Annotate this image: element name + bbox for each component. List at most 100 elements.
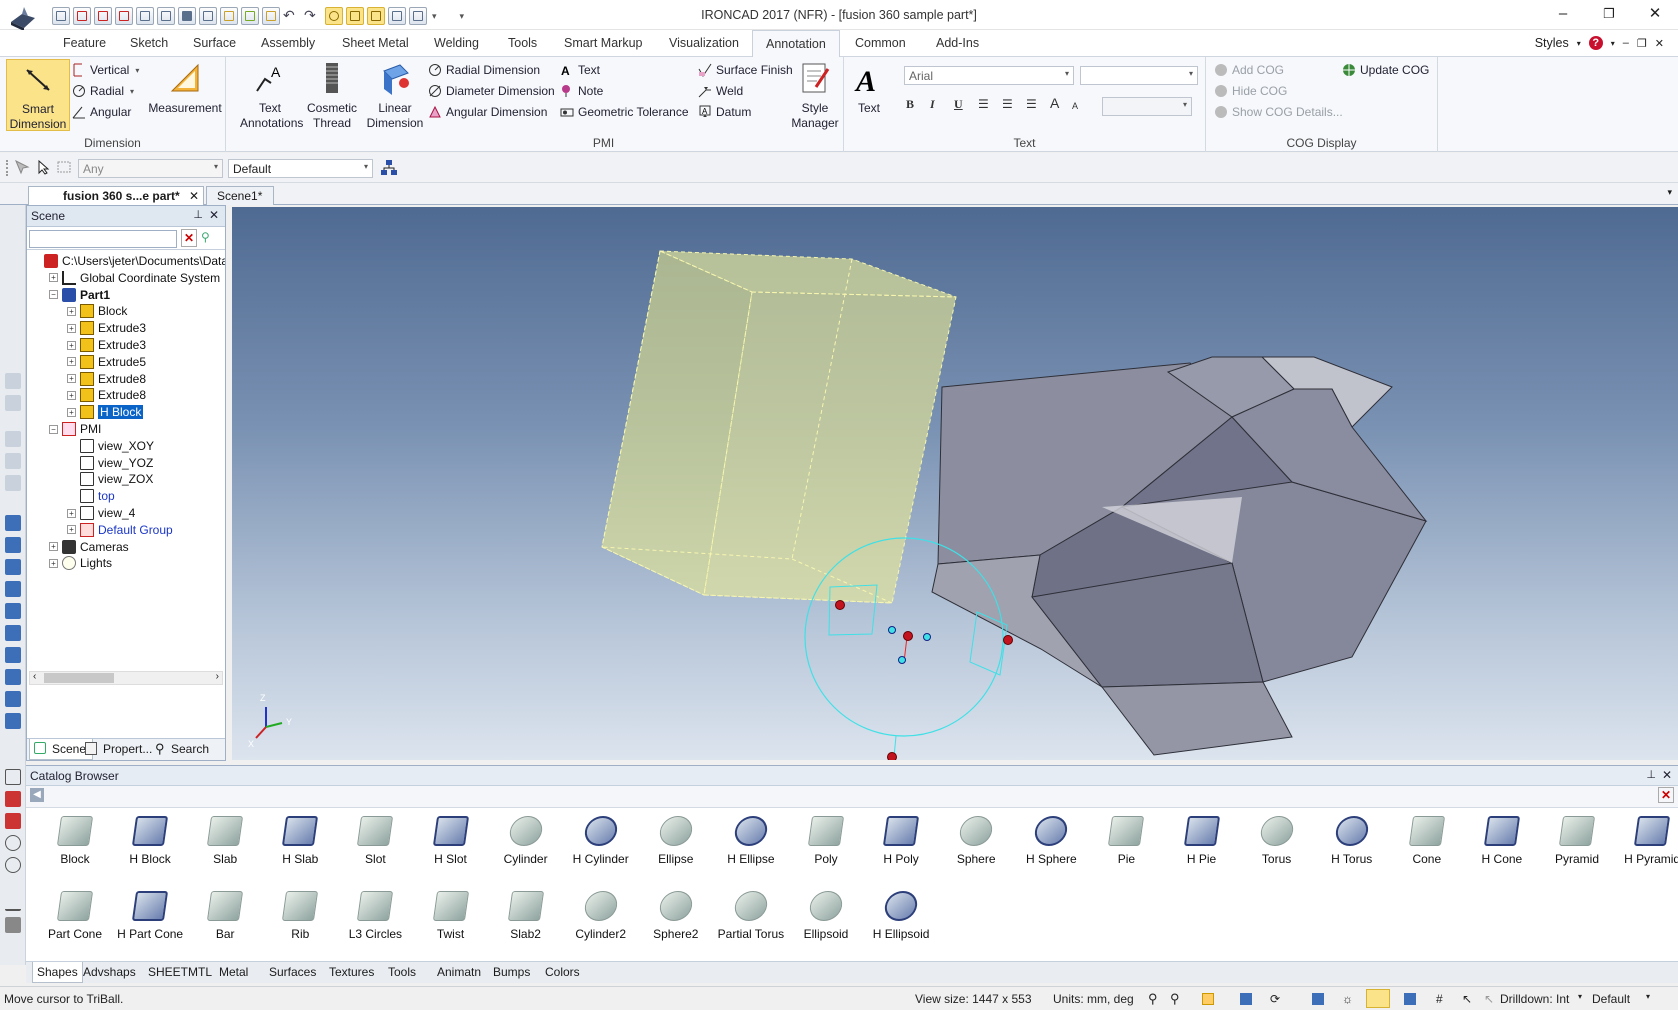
tab-assembly[interactable]: Assembly (261, 36, 315, 50)
scene-tree-item[interactable]: view_YOZ (67, 454, 153, 472)
styles-menu[interactable]: Styles (1535, 36, 1569, 50)
tab-surface[interactable]: Surface (193, 36, 236, 50)
insert-part-icon[interactable] (241, 7, 259, 25)
expand-icon[interactable]: + (49, 542, 58, 552)
scene-tree-item[interactable]: top (67, 487, 115, 505)
tree-horizontal-scrollbar[interactable]: ‹ › (29, 671, 223, 685)
decrease-font-icon[interactable]: A (1072, 101, 1078, 111)
minimize-button[interactable]: – (1540, 0, 1586, 30)
catalog-tab[interactable]: Textures (329, 965, 374, 979)
catalog-item[interactable]: H Cylinder (566, 816, 636, 866)
tab-add-ins[interactable]: Add-Ins (936, 36, 979, 50)
vt-part-icon-9[interactable] (5, 691, 21, 707)
catalog-item[interactable]: H Block (115, 816, 185, 866)
select-cursor-icon[interactable] (36, 159, 52, 175)
hide-cog-button[interactable]: Hide COG (1214, 84, 1287, 98)
scene-tree-item[interactable]: + Extrude3 (67, 336, 146, 354)
show-cog-details-button[interactable]: Show COG Details... (1214, 105, 1343, 119)
diameter-dimension-button[interactable]: Diameter Dimension (428, 84, 555, 98)
weld-button[interactable]: Weld (698, 84, 743, 98)
select-box-icon[interactable] (56, 159, 72, 175)
catalog-item[interactable]: Torus (1242, 816, 1312, 866)
angular-dimension-button[interactable]: Angular (72, 105, 131, 119)
assembly-icon[interactable] (220, 7, 238, 25)
align-right-icon[interactable]: ☰ (1026, 97, 1037, 111)
display-mode-icon[interactable] (1404, 993, 1416, 1005)
scroll-left-icon[interactable]: ‹ (33, 671, 36, 682)
vt-no-entry-icon[interactable] (5, 857, 21, 873)
scene-tree-item[interactable]: − Part1 (49, 286, 110, 304)
tab-visualization[interactable]: Visualization (669, 36, 739, 50)
style-manager-button[interactable]: Style Manager (788, 59, 842, 131)
catalog-tab[interactable]: Shapes (32, 962, 83, 983)
catalog-tab[interactable]: Animatn (437, 965, 481, 979)
vt-part-icon-10[interactable] (5, 713, 21, 729)
vt-view-icon-2[interactable] (5, 395, 21, 411)
italic-icon[interactable]: I (930, 97, 935, 112)
catalog-item[interactable]: Sphere (941, 816, 1011, 866)
expand-icon[interactable]: + (49, 273, 58, 283)
text-style-select[interactable]: ▾ (1102, 97, 1192, 116)
collapse-icon[interactable]: − (49, 290, 58, 300)
catalog-item[interactable]: Block (40, 816, 110, 866)
catalog-item[interactable]: L3 Circles (340, 891, 410, 941)
render-mode-icon[interactable] (1240, 993, 1252, 1005)
help-dropdown-icon[interactable]: ▾ (1611, 39, 1615, 48)
tab-sketch[interactable]: Sketch (130, 36, 168, 50)
scene-close-icon[interactable]: ✕ (209, 208, 219, 222)
view-cube-icon[interactable] (1202, 993, 1214, 1005)
vt-sketch-icon-1[interactable] (5, 769, 21, 785)
catalog-item[interactable]: H Sphere (1016, 816, 1086, 866)
scene-tree-item[interactable]: + Default Group (67, 521, 173, 539)
radial-dropdown-icon[interactable]: ▾ (130, 87, 134, 96)
new-scene-icon[interactable] (73, 7, 91, 25)
cursor-mode-icon[interactable]: ↖ (1462, 992, 1472, 1006)
scene-tree-item[interactable]: + Extrude8 (67, 370, 146, 388)
open-icon[interactable] (136, 7, 154, 25)
catalog-item[interactable]: H Ellipsoid (866, 891, 936, 941)
tab-feature[interactable]: Feature (63, 36, 106, 50)
catalog-item[interactable]: Cone (1392, 816, 1462, 866)
scene-tree-item[interactable]: view_XOY (67, 437, 154, 455)
styles-dropdown-icon[interactable]: ▾ (1577, 39, 1581, 48)
catalog-item[interactable]: H Pyramid (1617, 816, 1678, 866)
catalog-item[interactable]: Poly (791, 816, 861, 866)
scene-tree-item[interactable]: + Extrude8 (67, 386, 146, 404)
zoom-icon[interactable]: ⚲ (1148, 991, 1158, 1007)
expand-icon[interactable]: + (67, 508, 76, 518)
font-size-select[interactable]: ▾ (1080, 66, 1198, 85)
shading-icon[interactable] (1312, 993, 1324, 1005)
scene-tree-item[interactable]: + Cameras (49, 538, 129, 556)
catalog-tab[interactable]: SHEETMTL (148, 965, 212, 979)
angular-dimension-pmi-button[interactable]: Angular Dimension (428, 105, 547, 119)
clear-search-icon[interactable]: ✕ (181, 229, 197, 247)
new-part-icon[interactable] (115, 7, 133, 25)
pin-icon[interactable]: ⊥ (193, 208, 203, 221)
vt-part-icon-8[interactable] (5, 669, 21, 685)
catalog-item[interactable]: Part Cone (40, 891, 110, 941)
vt-view-icon-4[interactable] (5, 453, 21, 469)
status-style-dropdown-icon[interactable]: ▾ (1646, 992, 1650, 1001)
geometric-tolerance-button[interactable]: Geometric Tolerance (560, 105, 689, 119)
zoom-window-icon[interactable]: ⚲ (1170, 991, 1180, 1007)
qat-dropdown-icon[interactable]: ▾ (432, 11, 437, 22)
vt-part-icon-4[interactable] (5, 581, 21, 597)
scroll-right-icon[interactable]: › (216, 671, 219, 682)
undo-icon[interactable]: ↶ (283, 7, 301, 25)
catalog-tab[interactable]: Metal (219, 965, 248, 979)
catalog-item[interactable]: Slab2 (491, 891, 561, 941)
catalog-item[interactable]: Cylinder2 (566, 891, 636, 941)
expand-icon[interactable]: + (67, 340, 76, 350)
orbit-icon[interactable]: ⟳ (1270, 992, 1280, 1006)
scene-tree-item[interactable]: view_ZOX (67, 470, 153, 488)
catalog-item[interactable]: H Cone (1467, 816, 1537, 866)
snap-mode-icon[interactable] (367, 7, 385, 25)
3d-viewport[interactable]: Z Y X (232, 207, 1678, 760)
catalog-item[interactable]: Ellipse (641, 816, 711, 866)
catalog-tab[interactable]: Surfaces (269, 965, 316, 979)
tab-welding[interactable]: Welding (434, 36, 479, 50)
doc-tab-part[interactable]: fusion 360 s...e part* ✕ (28, 186, 204, 205)
scene-tree-item[interactable]: + view_4 (67, 504, 135, 522)
vt-sketch-icon-3[interactable] (5, 813, 21, 829)
doc-tabs-dropdown-icon[interactable]: ▾ (1667, 187, 1672, 198)
